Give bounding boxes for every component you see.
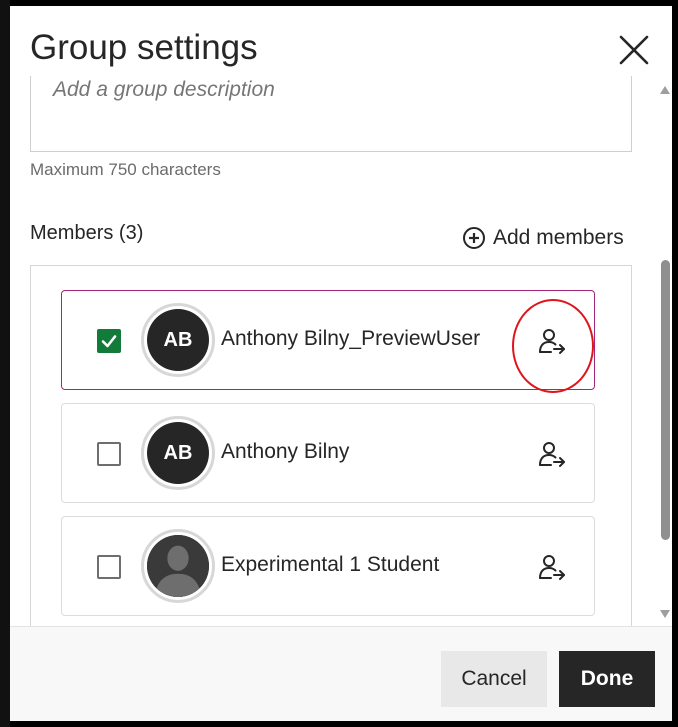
scroll-down-arrow-icon[interactable]	[660, 610, 670, 618]
member-name: Anthony Bilny	[221, 440, 350, 463]
avatar-initials: AB	[147, 309, 209, 371]
scroll-up-arrow-icon[interactable]	[660, 86, 670, 94]
move-member-button[interactable]	[536, 325, 568, 357]
member-checkbox[interactable]	[97, 329, 121, 353]
avatar: AB	[141, 303, 215, 377]
person-arrow-icon	[539, 329, 565, 354]
character-limit-hint: Maximum 750 characters	[30, 160, 221, 179]
avatar: AB	[141, 416, 215, 490]
cancel-button[interactable]: Cancel	[441, 651, 547, 707]
person-silhouette-icon	[147, 535, 209, 597]
member-checkbox[interactable]	[97, 442, 121, 466]
member-checkbox[interactable]	[97, 555, 121, 579]
add-members-label: Add members	[493, 226, 624, 249]
members-heading: Members (3)	[30, 222, 144, 244]
dialog-title: Group settings	[30, 28, 258, 67]
avatar-photo	[147, 535, 209, 597]
person-arrow-icon	[539, 442, 565, 467]
member-row[interactable]: AB Anthony Bilny_PreviewUser	[61, 290, 595, 393]
scrollbar-thumb[interactable]	[661, 260, 670, 540]
vertical-scrollbar[interactable]	[658, 86, 672, 626]
move-member-button[interactable]	[536, 438, 568, 470]
close-icon	[619, 35, 649, 65]
plus-circle-icon	[463, 227, 485, 249]
description-placeholder: Add a group description	[53, 78, 275, 101]
member-row[interactable]: Experimental 1 Student	[61, 516, 595, 616]
add-members-button[interactable]: Add members	[462, 224, 624, 252]
dialog-scroll-area[interactable]: Add a group description Maximum 750 char…	[10, 76, 672, 626]
checkmark-icon	[101, 335, 117, 348]
move-member-button[interactable]	[536, 551, 568, 583]
page-backdrop	[0, 0, 10, 727]
close-button[interactable]	[616, 32, 652, 68]
member-name: Anthony Bilny_PreviewUser	[221, 327, 481, 350]
dialog-header: Group settings	[10, 6, 672, 76]
group-settings-dialog: Group settings Add a group description M…	[10, 6, 672, 721]
avatar	[141, 529, 215, 603]
members-list: AB Anthony Bilny_PreviewUser AB Anthony …	[30, 265, 632, 626]
group-description-field[interactable]: Add a group description	[30, 76, 632, 152]
done-button[interactable]: Done	[559, 651, 655, 707]
member-name: Experimental 1 Student	[221, 553, 440, 576]
dialog-footer: Cancel Done	[10, 626, 672, 721]
avatar-initials: AB	[147, 422, 209, 484]
person-arrow-icon	[539, 555, 565, 580]
member-row[interactable]: AB Anthony Bilny	[61, 403, 595, 503]
